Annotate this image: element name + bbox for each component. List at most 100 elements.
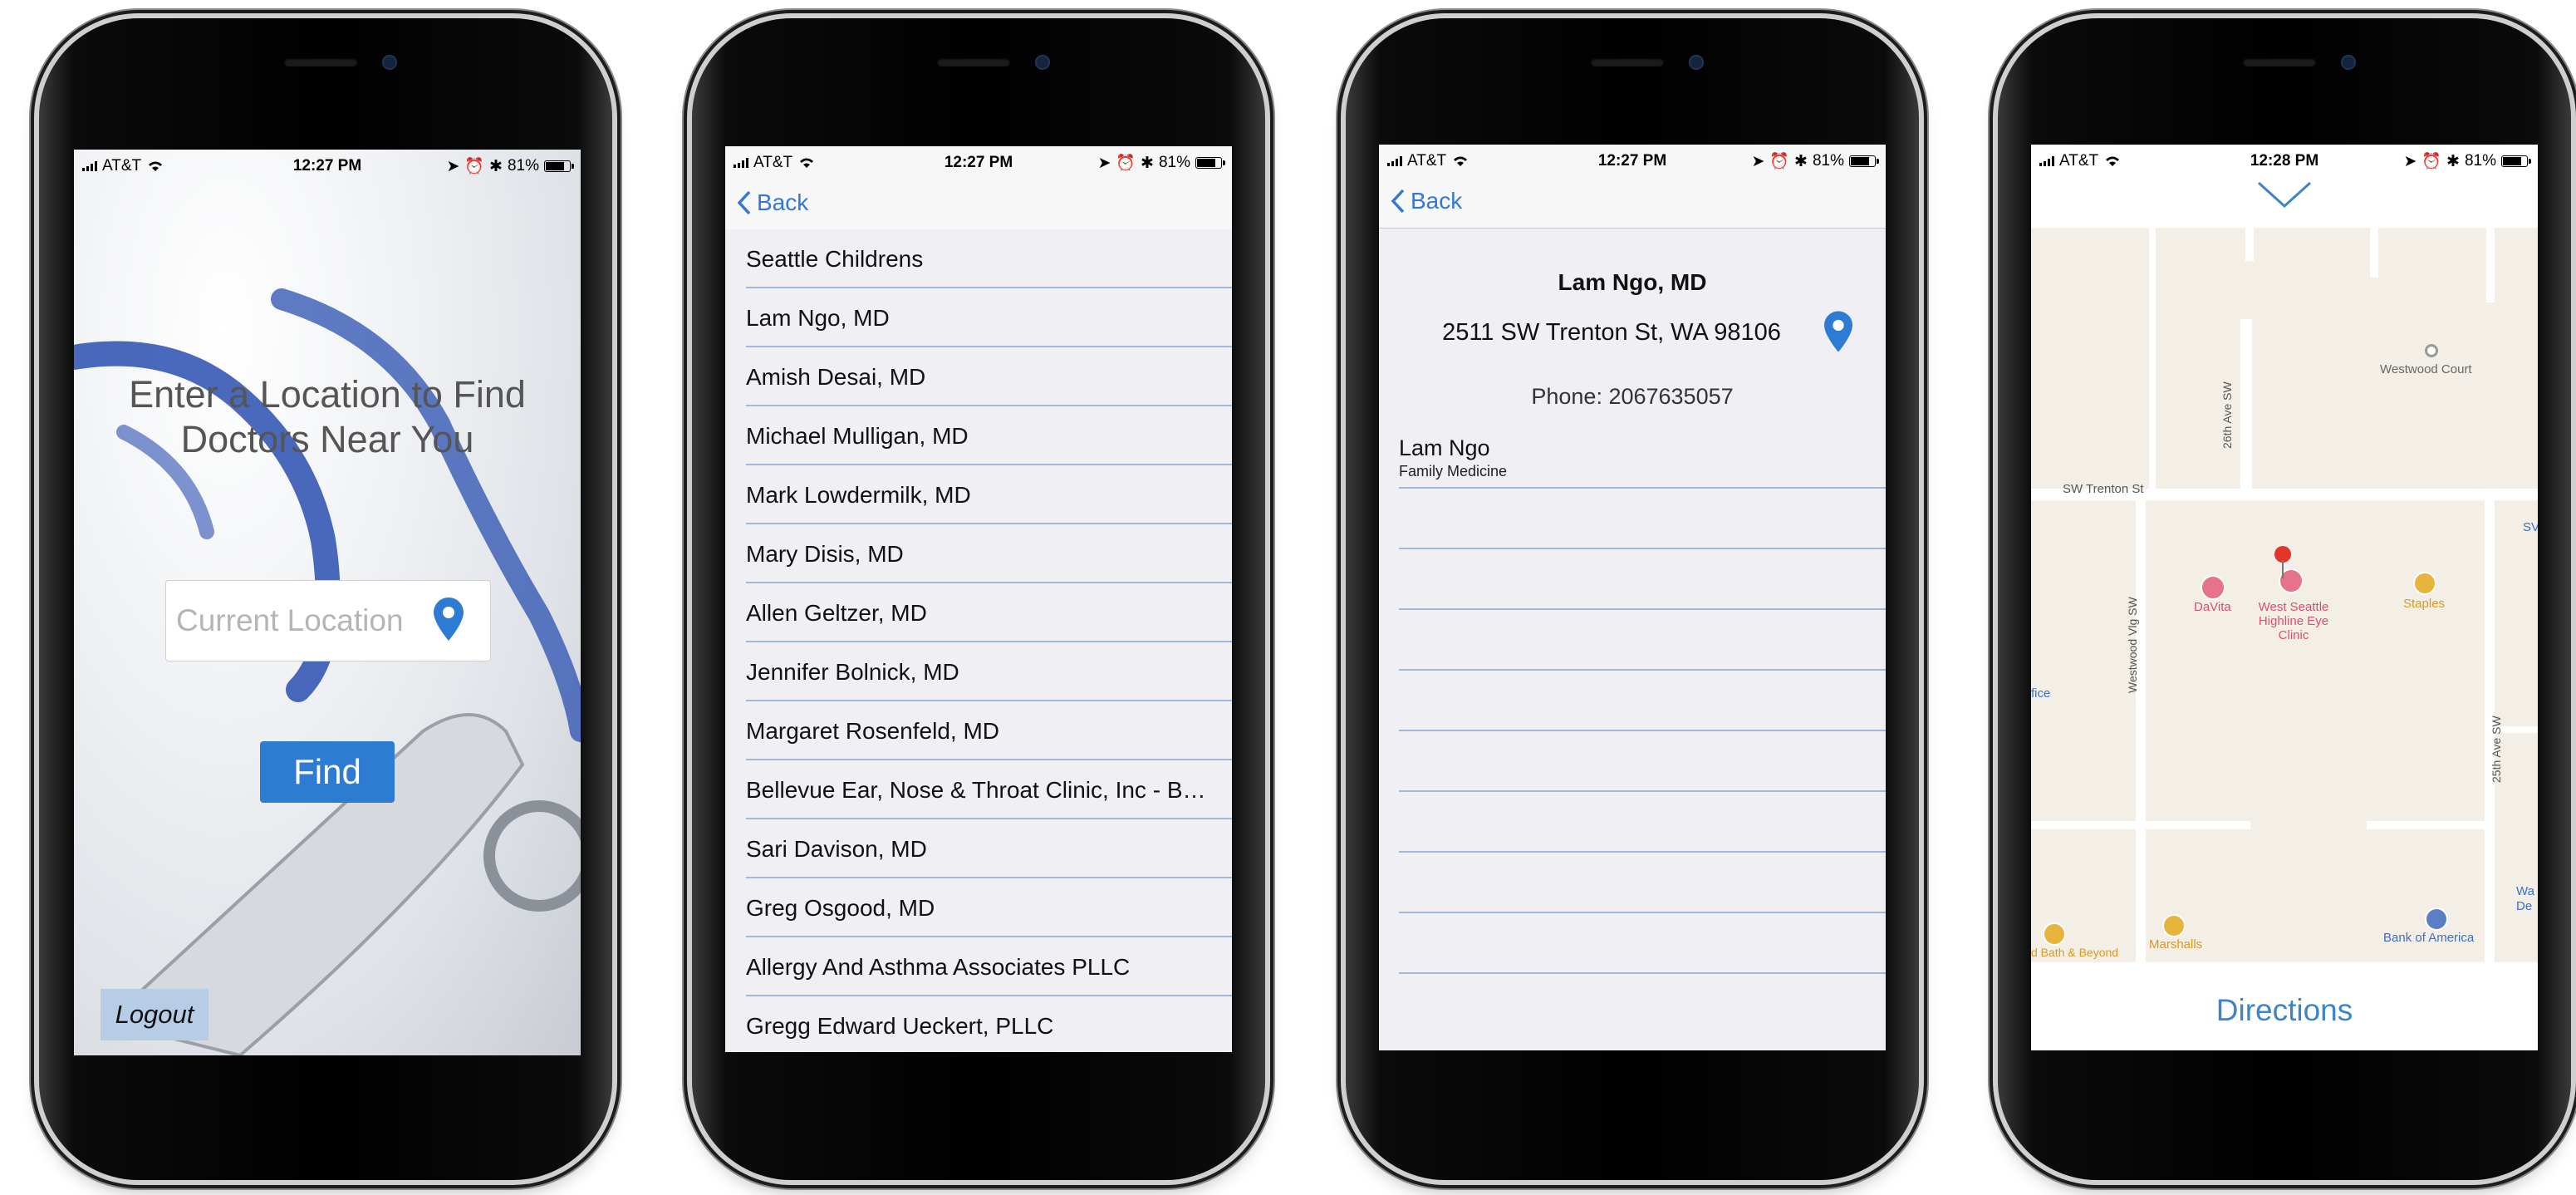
battery-level bbox=[1851, 157, 1869, 165]
map-label: Bank of America bbox=[2383, 931, 2475, 945]
logout-button[interactable]: Logout bbox=[101, 989, 209, 1040]
battery-level bbox=[546, 162, 564, 170]
shopping-poi-icon bbox=[2413, 572, 2436, 595]
screen-map: AT&T 12:28 PM ➤ ⏰ ✱ 81% Westwood Court 26th… bbox=[2031, 145, 2538, 1050]
list-item-label: Allergy And Asthma Associates PLLC bbox=[746, 954, 1131, 980]
speaker bbox=[284, 58, 357, 66]
list-item[interactable]: Mark Lowdermilk, MD bbox=[725, 465, 1232, 524]
find-button[interactable]: Find bbox=[260, 741, 395, 803]
map-label: SV bbox=[2523, 520, 2538, 534]
map-label: fice bbox=[2031, 686, 2051, 701]
map-label: Wa bbox=[2516, 884, 2534, 898]
map-label: Marshalls bbox=[2149, 937, 2203, 952]
phone-number[interactable]: Phone: 2067635057 bbox=[1379, 384, 1886, 410]
location-field[interactable] bbox=[165, 580, 491, 661]
list-item-label: Greg Osgood, MD bbox=[746, 895, 935, 921]
list-item-label: Gregg Edward Ueckert, PLLC bbox=[746, 1013, 1054, 1039]
practice-name: Lam Ngo, MD bbox=[1558, 269, 1707, 295]
poi-icon bbox=[2425, 344, 2438, 357]
road bbox=[2486, 228, 2495, 302]
list-item[interactable]: Margaret Rosenfeld, MD bbox=[725, 701, 1232, 760]
location-input[interactable] bbox=[174, 599, 427, 642]
directions-button[interactable]: Directions bbox=[2031, 971, 2538, 1050]
map-label: De bbox=[2516, 899, 2533, 913]
map-label: d Bath & Beyond bbox=[2031, 946, 2119, 959]
nav-bar: Back bbox=[1379, 176, 1886, 229]
road bbox=[2367, 821, 2485, 829]
list-item[interactable]: Michael Mulligan, MD bbox=[725, 406, 1232, 465]
screen-find-location: AT&T 12:27 PM ➤ ⏰ ✱ 81% Enter a Location to… bbox=[74, 150, 581, 1055]
location-arrow-icon: ➤ bbox=[2403, 152, 2417, 170]
list-item-label: Amish Desai, MD bbox=[746, 364, 926, 390]
list-item-label: Allen Geltzer, MD bbox=[746, 600, 927, 626]
back-button[interactable]: Back bbox=[737, 189, 808, 216]
list-item[interactable]: Sari Davison, MD bbox=[725, 819, 1232, 878]
address[interactable]: 2511 SW Trenton St, WA 98106 bbox=[1379, 319, 1844, 347]
speaker bbox=[1591, 58, 1664, 66]
road bbox=[2031, 821, 2250, 829]
list-item-label: Michael Mulligan, MD bbox=[746, 423, 969, 449]
chevron-left-icon bbox=[1391, 189, 1405, 214]
doctor-row[interactable]: Lam Ngo Family Medicine bbox=[1399, 435, 1886, 485]
alarm-icon: ⏰ bbox=[1116, 155, 1136, 172]
battery-icon bbox=[1849, 155, 1879, 167]
list-item[interactable]: Bellevue Ear, Nose & Throat Clinic, Inc … bbox=[725, 760, 1232, 819]
list-item[interactable]: Greg Osgood, MD bbox=[725, 878, 1232, 937]
back-label: Back bbox=[757, 189, 809, 215]
nav-bar: Back bbox=[725, 178, 1232, 230]
doctor-name: Lam Ngo bbox=[1399, 435, 1490, 460]
shopping-poi-icon bbox=[2162, 914, 2186, 937]
location-arrow-icon: ➤ bbox=[446, 157, 460, 175]
doctor-list: Seattle Childrens Lam Ngo, MD Amish Desa… bbox=[725, 229, 1232, 1052]
list-item[interactable]: Gregg Edward Ueckert, PLLC bbox=[725, 996, 1232, 1052]
list-item[interactable]: Amish Desai, MD bbox=[725, 347, 1232, 406]
speaker bbox=[937, 58, 1010, 66]
battery-level bbox=[2503, 157, 2521, 165]
screen-doctor-detail: AT&T 12:27 PM ➤ ⏰ ✱ 81% Back Lam Ngo, MD 25… bbox=[1379, 145, 1886, 1050]
map-label: Westwood Court bbox=[2380, 362, 2472, 376]
bluetooth-icon: ✱ bbox=[1141, 154, 1154, 172]
phone-frame-4: AT&T 12:28 PM ➤ ⏰ ✱ 81% Westwood Court 26th… bbox=[1998, 18, 2571, 1180]
map-view[interactable]: Westwood Court 26th Ave SW SW Trenton St… bbox=[2031, 228, 2538, 971]
list-item[interactable]: Allergy And Asthma Associates PLLC bbox=[725, 937, 1232, 996]
road bbox=[2031, 962, 2538, 971]
bluetooth-icon: ✱ bbox=[2446, 152, 2460, 170]
list-item[interactable]: Seattle Childrens bbox=[725, 229, 1232, 288]
phone-frame-2: AT&T 12:27 PM ➤ ⏰ ✱ 81% Back Seattle Childr… bbox=[692, 18, 1265, 1180]
bank-poi-icon bbox=[2425, 907, 2448, 931]
list-item-label: Mary Disis, MD bbox=[746, 541, 904, 567]
battery-icon bbox=[1195, 157, 1225, 169]
status-bar: AT&T 12:27 PM ➤ ⏰ ✱ 81% bbox=[725, 146, 1232, 178]
list-item-label: Margaret Rosenfeld, MD bbox=[746, 718, 1000, 744]
map-pin-icon[interactable] bbox=[434, 598, 464, 641]
battery-percent: 81% bbox=[1158, 154, 1190, 171]
bluetooth-icon: ✱ bbox=[489, 157, 503, 175]
road bbox=[2370, 228, 2378, 278]
battery-percent: 81% bbox=[1812, 152, 1844, 170]
list-item[interactable]: Allen Geltzer, MD bbox=[725, 583, 1232, 642]
battery-icon bbox=[2501, 155, 2531, 167]
status-bar: AT&T 12:27 PM ➤ ⏰ ✱ 81% bbox=[1379, 145, 1886, 176]
camera bbox=[2341, 55, 2356, 70]
list-item-label: Mark Lowdermilk, MD bbox=[746, 482, 971, 508]
map-label: DaVita bbox=[2194, 600, 2231, 614]
list-item[interactable]: Lam Ngo, MD bbox=[725, 288, 1232, 347]
map-label: SW Trenton St bbox=[2063, 482, 2144, 496]
selected-pin-icon[interactable] bbox=[2272, 545, 2294, 580]
list-item-label: Jennifer Bolnick, MD bbox=[746, 659, 959, 685]
road bbox=[2245, 228, 2254, 261]
list-item[interactable]: Mary Disis, MD bbox=[725, 524, 1232, 583]
road bbox=[2240, 319, 2252, 494]
list-item[interactable]: Jennifer Bolnick, MD bbox=[725, 642, 1232, 701]
doctor-specialty: Family Medicine bbox=[1399, 463, 1508, 479]
status-bar: AT&T 12:27 PM ➤ ⏰ ✱ 81% bbox=[74, 150, 581, 181]
map-pin-icon[interactable] bbox=[1824, 311, 1852, 352]
back-button[interactable]: Back bbox=[1391, 188, 1462, 214]
map-label: 26th Ave SW bbox=[2220, 381, 2234, 449]
camera bbox=[382, 55, 397, 70]
map-label: Westwood Vlg SW bbox=[2126, 597, 2139, 693]
bluetooth-icon: ✱ bbox=[1794, 152, 1808, 170]
back-label: Back bbox=[1411, 188, 1463, 214]
chevron-down-icon[interactable] bbox=[2257, 179, 2312, 209]
page-title: Enter a Location to Find Doctors Near Yo… bbox=[129, 373, 526, 460]
